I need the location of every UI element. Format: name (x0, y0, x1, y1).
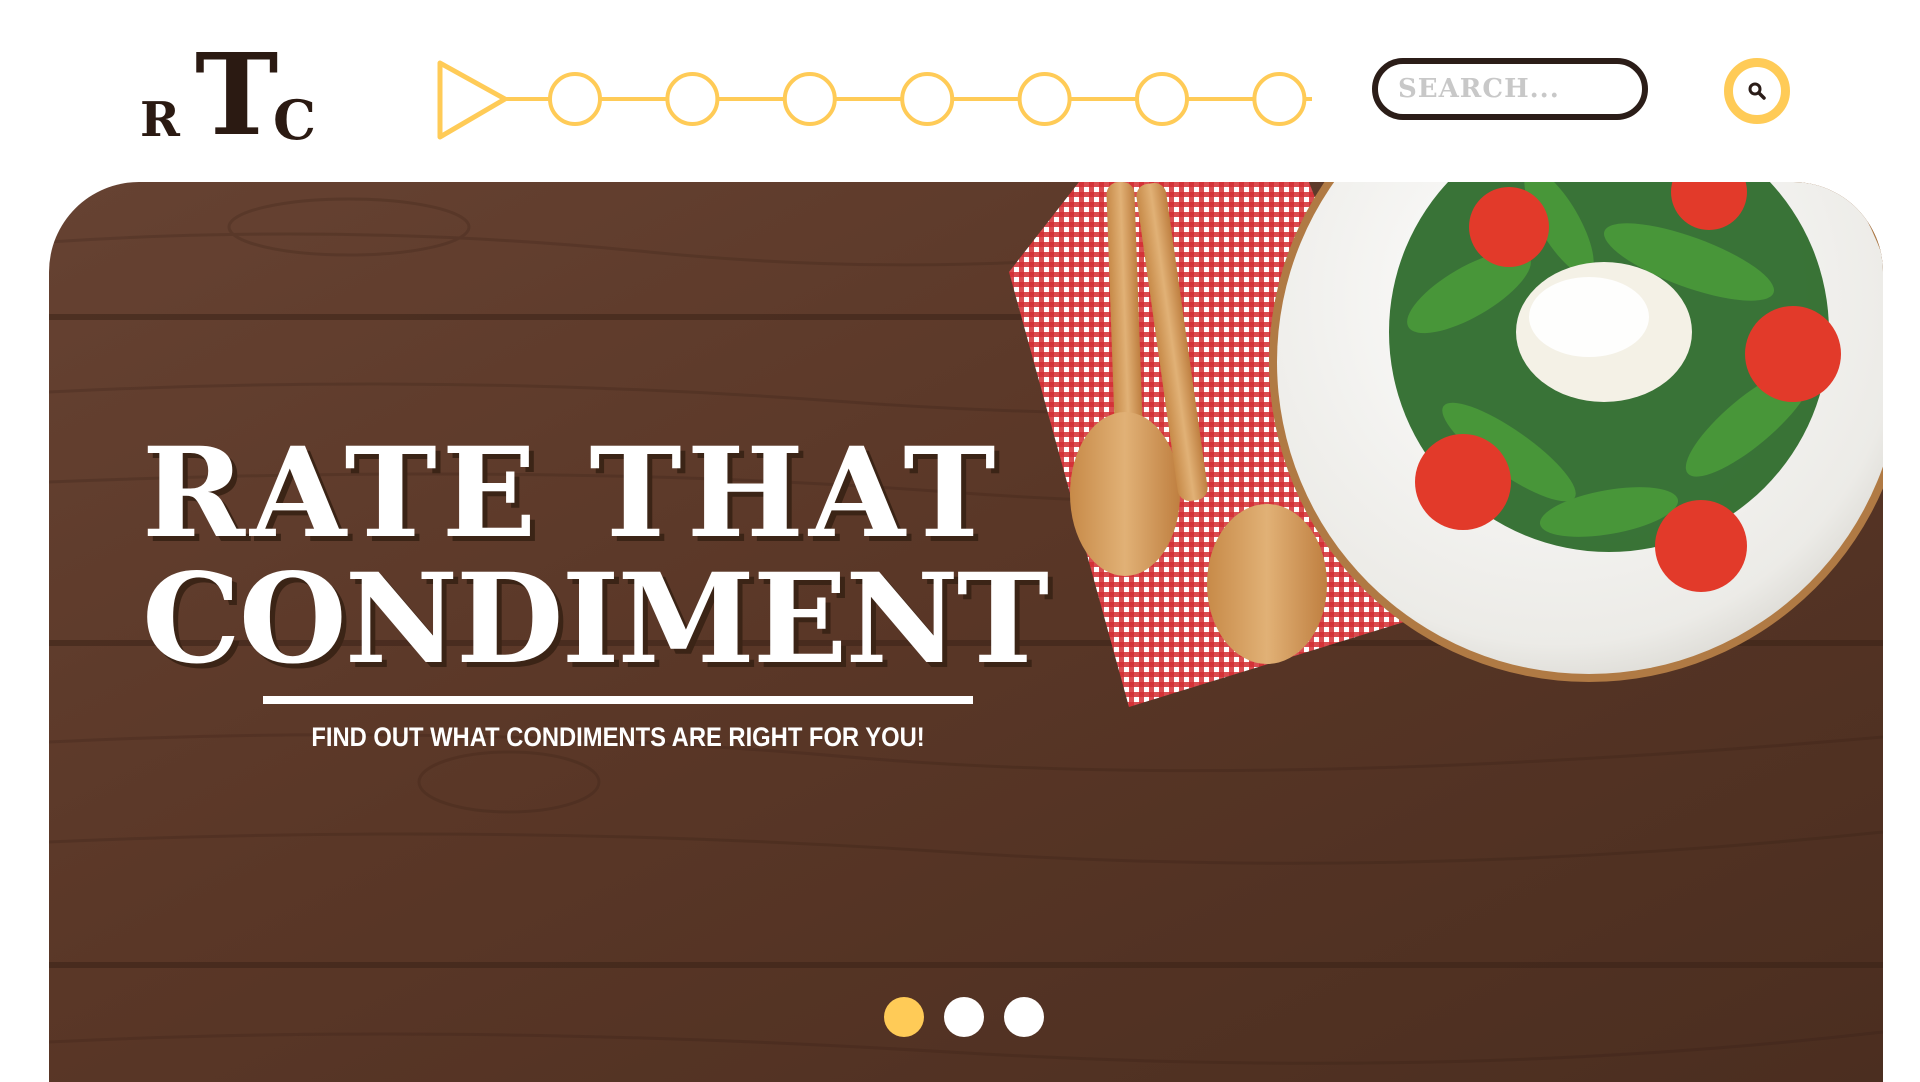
step-dot-1[interactable] (548, 72, 602, 126)
step-navigation-graphic (437, 60, 1312, 140)
logo-letter-r: R (140, 92, 180, 148)
carousel-dot-2[interactable] (944, 997, 984, 1037)
step-dot-7[interactable] (1252, 72, 1307, 126)
hero-banner: RATE THAT CONDIMENT FIND OUT WHAT CONDIM… (49, 182, 1883, 1082)
search-box (1372, 58, 1648, 120)
carousel-dot-1[interactable] (884, 997, 924, 1037)
step-dot-5[interactable] (1017, 72, 1072, 126)
carousel-dot-3[interactable] (1004, 997, 1044, 1037)
hero-divider (263, 696, 973, 704)
search-button[interactable] (1724, 58, 1790, 124)
step-dot-2[interactable] (665, 72, 720, 126)
step-dot-3[interactable] (782, 72, 837, 126)
hero-title: RATE THAT CONDIMENT (142, 421, 1049, 692)
carousel-pager (884, 997, 1044, 1037)
logo-letter-c: C (273, 88, 316, 152)
play-triangle-icon[interactable] (437, 60, 508, 140)
step-dot-6[interactable] (1135, 72, 1189, 126)
search-input[interactable] (1378, 64, 1642, 114)
hero-title-line-2: CONDIMENT (142, 547, 1049, 692)
search-icon (1748, 82, 1766, 100)
hero-subtitle: FIND OUT WHAT CONDIMENTS ARE RIGHT FOR Y… (311, 722, 925, 752)
site-header: R T C (0, 0, 1920, 180)
step-navigation (430, 55, 1340, 145)
logo-letter-t: T (195, 30, 279, 161)
site-logo[interactable]: R T C (140, 40, 320, 153)
hero-title-line-1: RATE THAT (142, 421, 1001, 566)
step-dot-4[interactable] (900, 72, 955, 126)
